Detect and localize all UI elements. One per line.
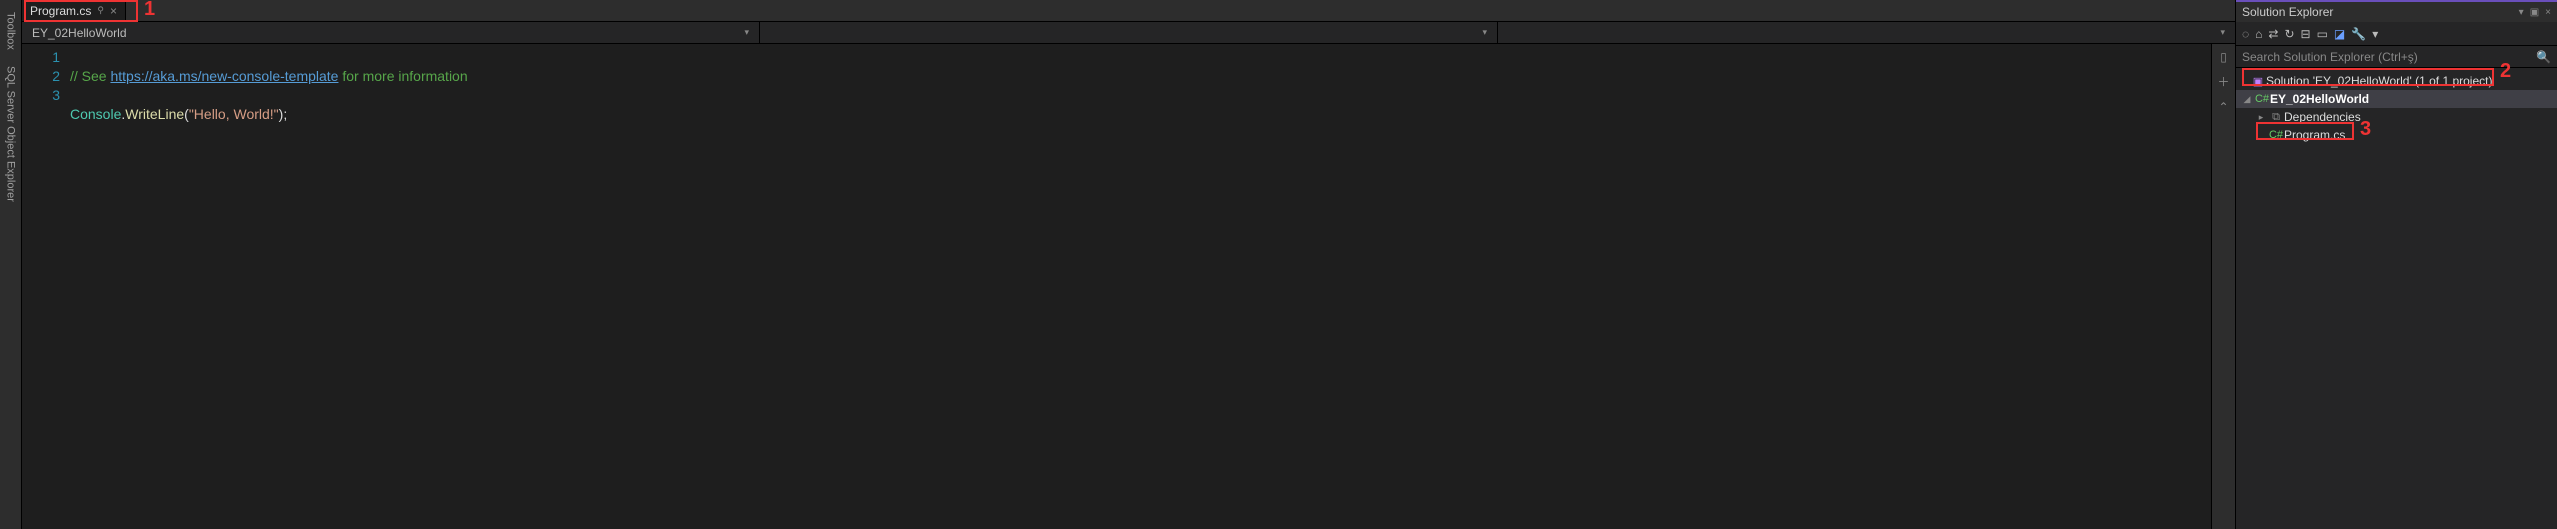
code-link[interactable]: https://aka.ms/new-console-template [110,68,338,84]
editor-side-gutter: ▯ ＋ ⌃ [2211,44,2235,529]
collapse-icon[interactable]: ⊟ [2301,27,2311,41]
solution-explorer-toolbar: ◌ ⌂ ⇄ ↻ ⊟ ▭ ◪ 🔧 ▾ [2236,22,2557,46]
line-number: 1 [22,48,60,67]
code-text: WriteLine [125,106,184,122]
close-icon[interactable]: × [110,4,117,18]
dependencies-icon: ⧉ [2268,111,2284,124]
back-icon[interactable]: ◌ [2242,27,2249,41]
tree-label: Solution 'EY_02HelloWorld' (1 of 1 proje… [2266,74,2492,88]
line-number: 3 [22,86,60,105]
tree-label: EY_02HelloWorld [2270,92,2369,106]
add-icon[interactable]: ＋ [2217,73,2229,92]
code-editor[interactable]: 1 2 3 // See https://aka.ms/new-console-… [22,44,2235,529]
tree-label: Dependencies [2284,110,2361,124]
csharp-project-icon: C# [2254,93,2270,105]
tab-label: Program.cs [30,4,91,18]
solution-explorer-search[interactable]: 🔍 [2236,46,2557,68]
type-dropdown[interactable]: ▾ [760,22,1498,43]
solution-explorer-panel: Solution Explorer ▾ ▣ × ◌ ⌂ ⇄ ↻ ⊟ ▭ ◪ 🔧 … [2235,0,2557,529]
chevron-down-icon: ▾ [1482,27,1487,38]
solution-explorer-title-bar[interactable]: Solution Explorer ▾ ▣ × [2236,0,2557,22]
search-input[interactable] [2242,50,2536,64]
tab-program-cs[interactable]: Program.cs ⚲ × [22,0,126,21]
csharp-file-icon: C# [2268,129,2284,141]
scope-dropdown[interactable]: EY_02HelloWorld ▾ [22,22,760,43]
code-body[interactable]: // See https://aka.ms/new-console-templa… [70,44,2211,529]
scope-label: EY_02HelloWorld [32,26,127,40]
project-node[interactable]: ◢ C# EY_02HelloWorld [2236,90,2557,108]
sql-explorer-tab[interactable]: SQL Server Object Explorer [3,58,19,210]
close-panel-icon[interactable]: × [2545,7,2551,18]
pin-icon[interactable]: ⚲ [97,5,104,16]
chevron-down-icon: ▾ [744,27,749,38]
left-tool-rail: Toolbox SQL Server Object Explorer [0,0,22,529]
code-text: Console [70,106,121,122]
solution-icon: ▣ [2250,75,2266,88]
line-gutter: 1 2 3 [22,44,70,529]
collapse-icon[interactable]: ⌃ [2218,98,2228,117]
code-text: ); [279,106,288,122]
document-tabbar: Program.cs ⚲ × [22,0,2235,22]
twisty-icon[interactable]: ◢ [2240,94,2254,105]
more-icon[interactable]: ▾ [2372,27,2378,41]
showall-icon[interactable]: ▭ [2317,27,2328,41]
twisty-icon[interactable]: ▸ [2254,112,2268,123]
file-node-program-cs[interactable]: C# Program.cs [2236,126,2557,144]
sync-icon[interactable]: ⇄ [2268,27,2278,41]
dependencies-node[interactable]: ▸ ⧉ Dependencies [2236,108,2557,126]
code-text: "Hello, World!" [189,106,279,122]
chevron-down-icon: ▾ [2220,27,2225,38]
search-icon[interactable]: 🔍 [2536,50,2551,64]
toolbox-tab[interactable]: Toolbox [3,4,19,58]
solution-tree: ▣ Solution 'EY_02HelloWorld' (1 of 1 pro… [2236,68,2557,148]
window-menu-icon[interactable]: ▾ [2519,7,2524,18]
member-dropdown[interactable]: ▾ [1498,22,2235,43]
refresh-icon[interactable]: ↻ [2284,27,2294,41]
properties-icon[interactable]: ◪ [2334,27,2345,41]
line-number: 2 [22,67,60,86]
home-icon[interactable]: ⌂ [2255,27,2262,41]
solution-node[interactable]: ▣ Solution 'EY_02HelloWorld' (1 of 1 pro… [2236,72,2557,90]
editor-area: Program.cs ⚲ × EY_02HelloWorld ▾ ▾ ▾ 1 2… [22,0,2235,529]
code-nav-bar: EY_02HelloWorld ▾ ▾ ▾ [22,22,2235,44]
split-icon[interactable]: ▯ [2220,48,2227,67]
pin-icon[interactable]: ▣ [2530,7,2539,18]
wrench-icon[interactable]: 🔧 [2351,27,2366,41]
code-text: for more information [338,68,467,84]
tree-label: Program.cs [2284,128,2345,142]
panel-title: Solution Explorer [2242,5,2333,19]
code-text: // See [70,68,110,84]
